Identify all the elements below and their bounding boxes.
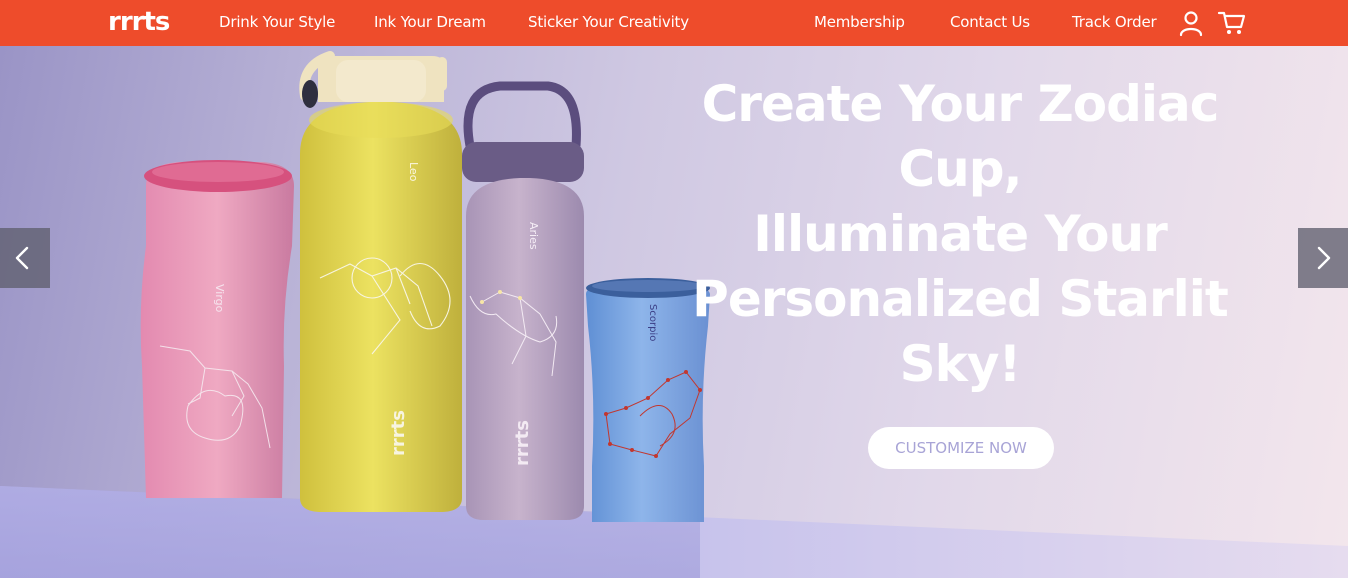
aries-label: Aries [527,222,540,250]
lilac-bottle-brand: rrrts [512,420,533,466]
hero-banner: Virgo Leo Aries Scorpio rrrts rrrts Crea… [0,46,1348,578]
headline-line: Cup, [898,140,1022,198]
nav-link-sticker-your-creativity[interactable]: Sticker Your Creativity [528,12,689,32]
top-navbar: rrrts Drink Your Style Ink Your Dream St… [0,0,1348,46]
headline-line: Create Your Zodiac [701,75,1220,133]
chevron-left-icon [15,246,29,270]
scorpio-label: Scorpio [647,304,658,341]
brand-logo[interactable]: rrrts [108,7,170,37]
nav-link-ink-your-dream[interactable]: Ink Your Dream [374,12,486,32]
carousel-prev-button[interactable] [0,228,50,288]
virgo-label: Virgo [213,284,226,313]
headline-line: Personalized Starlit [692,270,1229,328]
cart-icon[interactable] [1217,9,1246,37]
hero-headline: Create Your Zodiac Cup, Illuminate Your … [680,72,1240,397]
nav-link-track-order[interactable]: Track Order [1072,12,1157,32]
user-icon[interactable] [1177,9,1205,37]
carousel-next-button[interactable] [1298,228,1348,288]
chevron-right-icon [1317,246,1331,270]
nav-link-contact-us[interactable]: Contact Us [950,12,1030,32]
customize-now-button[interactable]: CUSTOMIZE NOW [868,427,1054,469]
headline-line: Illuminate Your [753,205,1168,263]
nav-link-membership[interactable]: Membership [814,12,905,32]
yellow-bottle-brand: rrrts [388,410,409,456]
headline-line: Sky! [899,335,1022,393]
leo-label: Leo [407,162,420,182]
nav-link-drink-your-style[interactable]: Drink Your Style [219,12,335,32]
